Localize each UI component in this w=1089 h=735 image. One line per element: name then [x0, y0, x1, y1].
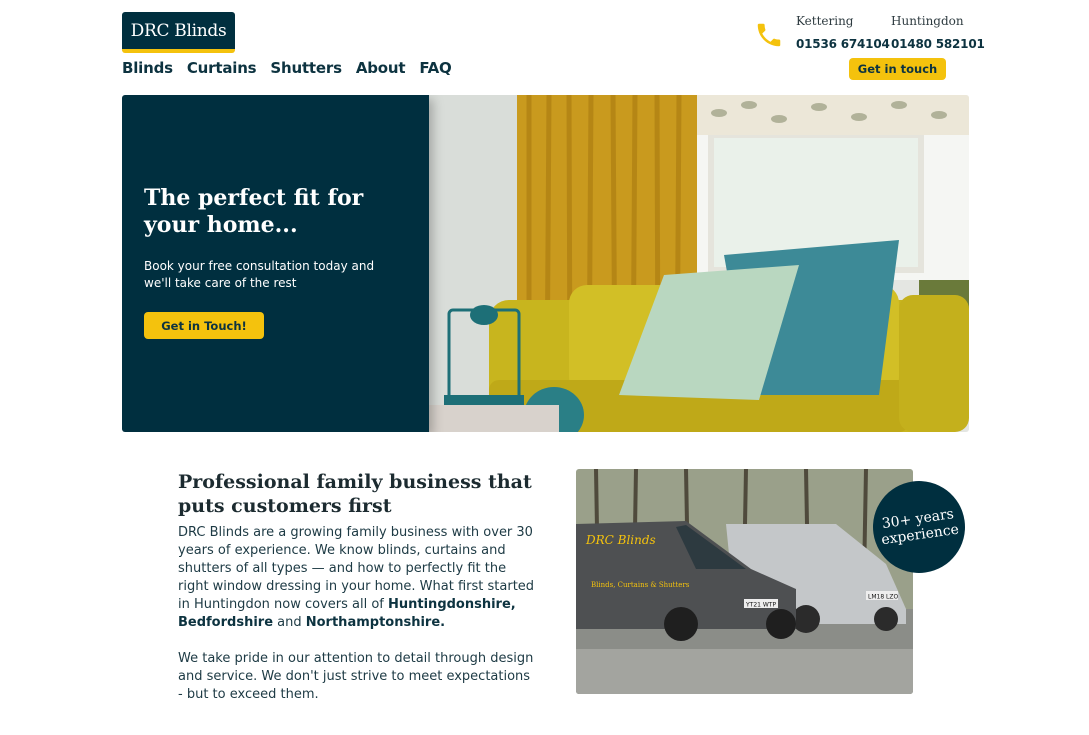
hero-cta-button[interactable]: Get in Touch! — [144, 312, 264, 339]
hero-living-room-image — [429, 95, 969, 432]
phone-icon — [757, 23, 781, 47]
nav-curtains[interactable]: Curtains — [187, 59, 257, 77]
about-and-text: and — [273, 615, 306, 630]
nav-blinds[interactable]: Blinds — [122, 59, 173, 77]
about-text: DRC Blinds are a growing family business… — [178, 524, 538, 722]
nav-about[interactable]: About — [356, 59, 406, 77]
hero-subtitle: Book your free consultation today and we… — [144, 259, 375, 290]
hero-title: The perfect fit for your home... — [144, 185, 419, 239]
region-huntingdonshire: Huntingdonshire, — [388, 597, 516, 612]
contact-kettering: Kettering 01536 674104 — [796, 14, 890, 51]
van-side-label: Blinds, Curtains & Shutters — [591, 581, 690, 589]
contact-phone-link[interactable]: 01536 674104 — [796, 37, 890, 51]
contact-town: Huntingdon — [891, 14, 964, 28]
contact-huntingdon: Huntingdon 01480 582101 — [891, 14, 985, 51]
about-paragraph-2: We take pride in our attention to detail… — [178, 651, 534, 702]
logo[interactable]: DRC Blinds — [122, 12, 235, 53]
van-plate-1: YT21 WTP — [745, 602, 776, 609]
contact-town: Kettering — [796, 14, 854, 28]
about-paragraph-1: DRC Blinds are a growing family business… — [178, 524, 538, 632]
about-heading: Professional family business that puts c… — [178, 471, 532, 517]
nav-shutters[interactable]: Shutters — [270, 59, 342, 77]
region-bedfordshire: Bedfordshire — [178, 615, 274, 630]
logo-text: DRC Blinds — [130, 20, 227, 41]
hero-panel: The perfect fit for your home... Book yo… — [122, 95, 429, 432]
nav-faq[interactable]: FAQ — [419, 59, 451, 77]
van-plate-2: LM18 LZO — [868, 594, 899, 601]
region-northamptonshire: Northamptonshire. — [305, 615, 446, 630]
hero-title-pre: The — [144, 185, 199, 211]
get-in-touch-button[interactable]: Get in touch — [849, 58, 946, 80]
hero-title-bold: perfect fit — [198, 185, 320, 211]
vans-photo: DRC Blinds Blinds, Curtains & Shutters Y… — [576, 469, 913, 694]
van-brand-label: DRC Blinds — [585, 533, 656, 547]
main-nav: Blinds Curtains Shutters About FAQ — [122, 59, 466, 77]
contact-phone-link[interactable]: 01480 582101 — [891, 37, 985, 51]
hero-banner: The perfect fit for your home... Book yo… — [122, 95, 969, 432]
experience-badge-text: 30+ years experience — [880, 506, 960, 549]
